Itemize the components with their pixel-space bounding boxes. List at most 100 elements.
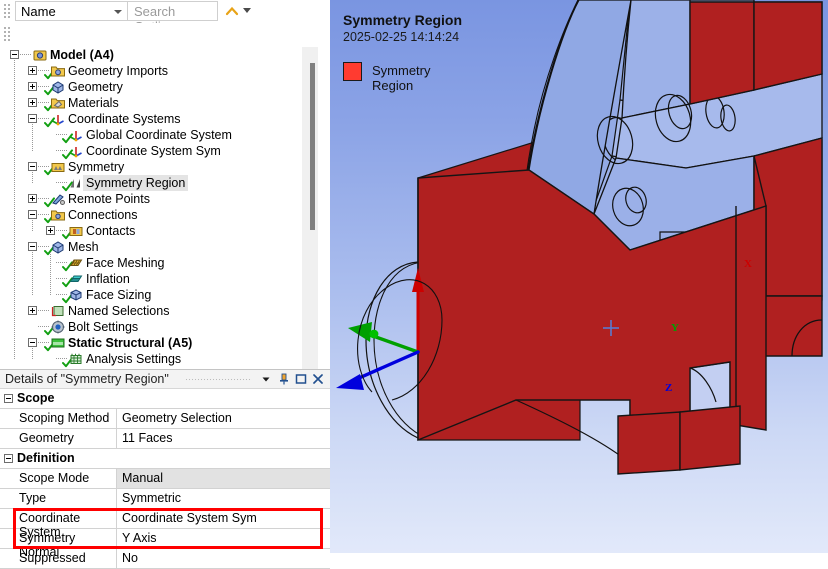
details-property-value[interactable]: No xyxy=(117,549,330,568)
details-row[interactable]: Geometry 11 Faces xyxy=(0,429,330,449)
expand-icon[interactable] xyxy=(28,82,37,91)
details-property-grid: Scope Scoping Method Geometry Selection Geo… xyxy=(0,389,330,569)
toolbar-grip xyxy=(4,3,10,20)
chevron-up-icon[interactable] xyxy=(224,3,240,19)
details-property-name: Coordinate System xyxy=(13,509,117,539)
expand-icon[interactable] xyxy=(46,226,55,235)
details-row[interactable]: Suppressed No xyxy=(0,549,330,569)
tree-item-label: Geometry xyxy=(68,80,123,94)
collapse-icon[interactable] xyxy=(4,454,13,463)
tree-item-label: Static Structural (A5) xyxy=(68,336,193,350)
tree-connector xyxy=(38,310,50,311)
maximize-icon[interactable] xyxy=(294,372,308,386)
details-title: Details of "Symmetry Region" xyxy=(5,372,169,386)
tree-scrollbar[interactable] xyxy=(302,47,318,369)
details-row[interactable]: Scope Mode Manual xyxy=(0,469,330,489)
details-property-value[interactable]: Y Axis xyxy=(117,529,330,548)
collapse-icon[interactable] xyxy=(28,242,37,251)
collapse-icon[interactable] xyxy=(28,338,37,347)
outline-filter-select[interactable]: Name xyxy=(15,1,128,21)
graphics-viewport[interactable]: X Y Z Symmetry Region 2025-02-25 14:14:2… xyxy=(330,0,828,553)
details-property-value[interactable]: 11 Faces xyxy=(117,429,330,448)
details-group-header[interactable]: Scope xyxy=(0,389,330,409)
collapse-icon[interactable] xyxy=(4,394,13,403)
tree-trunk xyxy=(32,220,33,232)
details-title-filler xyxy=(185,378,252,381)
details-menu-button[interactable] xyxy=(259,372,273,386)
details-property-value[interactable]: Symmetric xyxy=(117,489,330,508)
tree-item-label: Named Selections xyxy=(68,304,170,318)
symmetry-icon xyxy=(51,160,65,174)
ansys-mechanical-window: Name Search Outline xyxy=(0,0,828,569)
outline-panel: Name Search Outline xyxy=(0,0,330,569)
tree-item-label: Analysis Settings xyxy=(86,352,182,366)
materials-icon xyxy=(51,96,65,110)
details-property-name: Scoping Method xyxy=(13,409,117,428)
details-property-value[interactable]: Manual xyxy=(117,469,330,488)
search-input[interactable]: Search Outline xyxy=(128,1,218,34)
tree-item-label: Face Sizing xyxy=(86,288,152,302)
tree-scrollbar-thumb[interactable] xyxy=(310,63,315,230)
analysis-settings-icon xyxy=(69,352,83,366)
details-property-value[interactable]: Geometry Selection xyxy=(117,409,330,428)
details-property-name: Symmetry Normal xyxy=(13,529,117,559)
details-property-name: Suppressed xyxy=(13,549,117,568)
tree-trunk xyxy=(32,124,33,152)
triad-label-y: Y xyxy=(671,322,679,334)
collapse-icon[interactable] xyxy=(28,210,37,219)
tree-trunk xyxy=(32,172,33,184)
connections-icon xyxy=(51,208,65,222)
tree-item-label: Face Meshing xyxy=(86,256,165,270)
details-property-value[interactable]: Coordinate System Sym xyxy=(117,509,330,528)
expand-icon[interactable] xyxy=(28,306,37,315)
tree-item-label: Mesh xyxy=(68,240,99,254)
face-meshing-icon xyxy=(69,256,83,270)
tree-item-label: Model (A4) xyxy=(50,48,114,62)
viewport-title: Symmetry Region xyxy=(343,12,463,28)
details-group-label: Definition xyxy=(17,451,75,465)
triad-label-z: Z xyxy=(665,382,673,394)
mesh-icon xyxy=(51,240,65,254)
coordinate-system-icon xyxy=(69,128,83,142)
expand-icon[interactable] xyxy=(28,194,37,203)
close-icon[interactable] xyxy=(311,372,325,386)
collapse-icon[interactable] xyxy=(28,162,37,171)
legend-color-swatch xyxy=(343,62,362,81)
legend-label: Symmetry Region xyxy=(372,63,431,93)
triad-label-x: X xyxy=(744,258,752,270)
details-title-bar: Details of "Symmetry Region" xyxy=(0,370,330,389)
tree-gutter xyxy=(318,47,330,369)
chevron-down-icon xyxy=(114,10,122,14)
tree-item-label: Global Coordinate System xyxy=(86,128,232,142)
details-row[interactable]: Scoping Method Geometry Selection xyxy=(0,409,330,429)
details-row[interactable]: Type Symmetric xyxy=(0,489,330,509)
outline-action-toolbar: A Z xyxy=(0,23,330,66)
tree-trunk xyxy=(14,60,15,359)
details-property-name: Type xyxy=(13,489,117,508)
outline-filter-toolbar: Name Search Outline xyxy=(0,0,330,34)
outline-tree[interactable]: Model (A4) Geometry Imports Geometry Materi… xyxy=(0,47,330,369)
tree-item-label: Symmetry xyxy=(68,160,125,174)
collapse-icon[interactable] xyxy=(28,114,37,123)
collapse-icon[interactable] xyxy=(10,50,19,59)
inflation-icon xyxy=(69,272,83,286)
details-property-name: Scope Mode xyxy=(13,469,117,488)
tree-trunk xyxy=(32,252,33,296)
outline-filter-value: Name xyxy=(21,4,56,19)
details-property-name: Geometry xyxy=(13,429,117,448)
coordinate-systems-icon xyxy=(51,112,65,126)
pin-icon[interactable] xyxy=(277,372,291,386)
overflow-arrow-icon[interactable] xyxy=(243,8,251,13)
details-row[interactable]: Symmetry Normal Y Axis xyxy=(0,529,330,559)
details-panel: Details of "Symmetry Region" Scope Scopi… xyxy=(0,369,330,569)
details-row[interactable]: Coordinate System Coordinate System Sym xyxy=(0,509,330,539)
model-icon xyxy=(33,48,47,62)
symmetry-region-icon xyxy=(69,176,83,190)
tree-item-label: Inflation xyxy=(86,272,130,286)
details-group-header[interactable]: Definition xyxy=(0,449,330,469)
details-group-label: Scope xyxy=(17,391,55,405)
expand-icon[interactable] xyxy=(28,66,37,75)
tree-item-label: Contacts xyxy=(86,224,136,238)
expand-icon[interactable] xyxy=(28,98,37,107)
coordinate-system-icon xyxy=(69,144,83,158)
